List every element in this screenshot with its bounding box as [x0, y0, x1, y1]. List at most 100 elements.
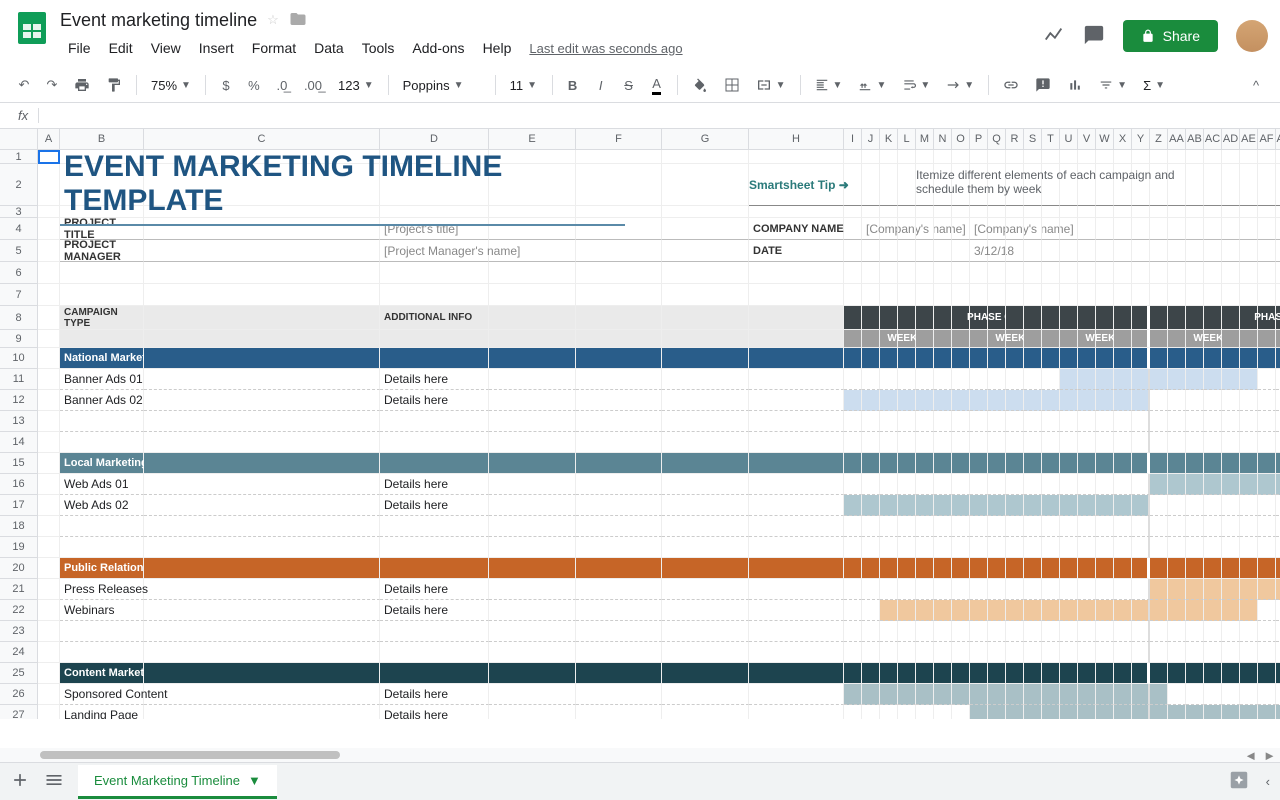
cell[interactable]: [916, 348, 934, 369]
cell[interactable]: [1078, 558, 1096, 579]
cell[interactable]: [1114, 558, 1132, 579]
cell[interactable]: [1006, 369, 1024, 390]
cell[interactable]: [1204, 284, 1222, 306]
cell[interactable]: [489, 705, 576, 719]
cell[interactable]: [144, 558, 380, 579]
cell[interactable]: [934, 262, 952, 284]
cell[interactable]: [1132, 705, 1150, 719]
cell[interactable]: [489, 369, 576, 390]
col-header[interactable]: G: [662, 129, 749, 149]
cell[interactable]: [1204, 240, 1222, 262]
cell[interactable]: Web Ads 02: [60, 495, 144, 516]
cell[interactable]: [576, 432, 662, 453]
font-size-select[interactable]: 11▼: [504, 74, 544, 97]
cell[interactable]: [1096, 516, 1114, 537]
cell[interactable]: [916, 516, 934, 537]
cell[interactable]: [1258, 369, 1276, 390]
cell[interactable]: [749, 330, 844, 348]
cell[interactable]: [844, 537, 862, 558]
cell[interactable]: [844, 516, 862, 537]
cell[interactable]: [862, 705, 880, 719]
cell[interactable]: [489, 621, 576, 642]
col-header[interactable]: AA: [1168, 129, 1186, 149]
cell[interactable]: [1114, 537, 1132, 558]
cell[interactable]: [1114, 642, 1132, 663]
cell[interactable]: [898, 537, 916, 558]
cell[interactable]: [916, 684, 934, 705]
cell[interactable]: [934, 453, 952, 474]
cell[interactable]: [1240, 218, 1258, 240]
cell[interactable]: [662, 684, 749, 705]
cell[interactable]: [970, 330, 988, 348]
cell[interactable]: [1240, 579, 1258, 600]
cell[interactable]: [1042, 453, 1060, 474]
cell[interactable]: [844, 206, 862, 218]
cell[interactable]: [1042, 621, 1060, 642]
row-header[interactable]: 1: [0, 150, 38, 164]
cell[interactable]: [1186, 206, 1204, 218]
cell[interactable]: WEEK 3: [1096, 330, 1114, 348]
cell[interactable]: [1078, 579, 1096, 600]
cell[interactable]: [749, 206, 844, 218]
cell[interactable]: [1222, 390, 1240, 411]
cell[interactable]: [1276, 642, 1280, 663]
cell[interactable]: [1258, 663, 1276, 684]
spreadsheet-grid[interactable]: ABCDEFGHIJKLMNOPQRSTUVWXYZAAABACADAEAFAG…: [0, 129, 1280, 719]
cell[interactable]: [1024, 537, 1042, 558]
cell[interactable]: [1006, 240, 1024, 262]
cell[interactable]: [916, 537, 934, 558]
cell[interactable]: [1132, 432, 1150, 453]
cell[interactable]: [1240, 164, 1258, 206]
collapse-toolbar-button[interactable]: ^: [1244, 72, 1268, 98]
cell[interactable]: [862, 516, 880, 537]
cell[interactable]: [1006, 262, 1024, 284]
col-header[interactable]: P: [970, 129, 988, 149]
cell[interactable]: [1114, 621, 1132, 642]
cell[interactable]: [970, 432, 988, 453]
cell[interactable]: [662, 150, 749, 164]
cell[interactable]: [1114, 600, 1132, 621]
cell[interactable]: [988, 369, 1006, 390]
cell[interactable]: [1150, 369, 1168, 390]
cell[interactable]: [880, 516, 898, 537]
cell[interactable]: [1186, 642, 1204, 663]
cell[interactable]: [1132, 684, 1150, 705]
all-sheets-button[interactable]: [44, 770, 64, 793]
row-header[interactable]: 10: [0, 348, 38, 369]
cell[interactable]: [144, 684, 380, 705]
cell[interactable]: [1024, 600, 1042, 621]
cell[interactable]: [1024, 516, 1042, 537]
cell[interactable]: [862, 206, 880, 218]
cell[interactable]: [749, 150, 844, 164]
cell[interactable]: [1186, 684, 1204, 705]
cell[interactable]: [1168, 642, 1186, 663]
cell[interactable]: [38, 474, 60, 495]
cell[interactable]: Public Relations: [60, 558, 144, 579]
cell[interactable]: [38, 206, 60, 218]
cell[interactable]: [1204, 432, 1222, 453]
cell[interactable]: [1222, 150, 1240, 164]
cell[interactable]: [1078, 516, 1096, 537]
menu-tools[interactable]: Tools: [354, 36, 403, 60]
cell[interactable]: [916, 705, 934, 719]
cell[interactable]: Details here: [380, 579, 489, 600]
cell[interactable]: [1042, 150, 1060, 164]
avatar[interactable]: [1236, 20, 1268, 52]
cell[interactable]: [1276, 284, 1280, 306]
cell[interactable]: [916, 150, 934, 164]
cell[interactable]: [1276, 411, 1280, 432]
cell[interactable]: [38, 330, 60, 348]
cell[interactable]: [1204, 411, 1222, 432]
cell[interactable]: [916, 558, 934, 579]
cell[interactable]: [1060, 474, 1078, 495]
cell[interactable]: [1060, 600, 1078, 621]
cell[interactable]: [1222, 495, 1240, 516]
cell[interactable]: [1186, 306, 1204, 330]
cell[interactable]: [844, 240, 862, 262]
col-header[interactable]: O: [952, 129, 970, 149]
cell[interactable]: [952, 390, 970, 411]
cell[interactable]: [1222, 240, 1240, 262]
cell[interactable]: [1168, 348, 1186, 369]
cell[interactable]: [988, 705, 1006, 719]
cell[interactable]: [1006, 705, 1024, 719]
